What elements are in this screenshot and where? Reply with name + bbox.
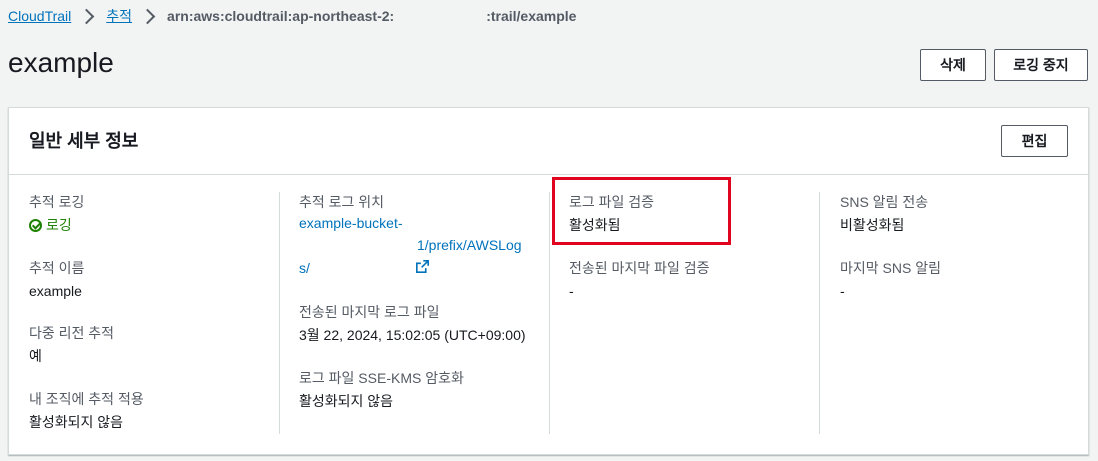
log-validation-value: 활성화됨 [569,217,621,233]
last-sns-value: - [840,283,845,299]
last-log-value: 3월 22, 2024, 15:02:05 (UTC+09:00) [299,327,526,343]
card-header: 일반 세부 정보 편집 [9,108,1088,175]
redacted-account-id [394,8,487,27]
page-title: example [8,47,114,78]
log-location-link[interactable]: example-bucket- 1/prefix/AWSLog s/ [299,212,549,278]
org-trail-field: 내 조직에 추적 적용 활성화되지 않음 [29,389,279,432]
multi-region-field: 다중 리전 추적 예 [29,323,279,366]
header-actions: 삭제 로깅 중지 [920,49,1088,81]
org-trail-value: 활성화되지 않음 [29,414,124,430]
details-column-2: 추적 로그 위치 example-bucket- 1/prefix/AWSLog… [299,192,550,434]
last-sns-label: 마지막 SNS 알림 [840,260,941,276]
last-digest-label: 전송된 마지막 파일 검증 [569,260,710,276]
trail-name-value: example [29,283,82,299]
last-digest-field: 전송된 마지막 파일 검증 - [569,258,819,301]
last-log-label: 전송된 마지막 로그 파일 [299,304,440,320]
trail-logging-value: 로깅 [46,217,72,233]
breadcrumb-current: arn:aws:cloudtrail:ap-northeast-2: :trail… [167,6,577,27]
multi-region-value: 예 [29,348,42,364]
stop-logging-button[interactable]: 로깅 중지 [994,49,1088,81]
sns-value: 비활성화됨 [840,217,905,233]
external-link-icon [416,260,429,273]
breadcrumb-cloudtrail-link[interactable]: CloudTrail [8,6,71,26]
org-trail-label: 내 조직에 추적 적용 [29,391,144,407]
details-column-1: 추적 로깅 로깅 추적 이름 example 다중 리전 추적 예 내 조직에 … [29,192,280,434]
trail-logging-status: 로깅 [29,215,279,235]
trail-name-field: 추적 이름 example [29,258,279,301]
sse-kms-field: 로그 파일 SSE-KMS 암호화 활성화되지 않음 [299,368,549,411]
details-columns: 추적 로깅 로깅 추적 이름 example 다중 리전 추적 예 내 조직에 … [9,174,1088,454]
trail-name-label: 추적 이름 [29,260,85,276]
sns-field: SNS 알림 전송 비활성화됨 [840,192,1070,235]
breadcrumb-current-suffix: :trail/example [486,8,577,24]
check-circle-icon [29,218,42,232]
log-location-line2: 1/prefix/AWSLog [417,237,522,253]
last-digest-value: - [569,283,574,299]
breadcrumb-trails-link[interactable]: 추적 [106,6,132,26]
card-title: 일반 세부 정보 [29,131,139,151]
trail-logging-label: 추적 로깅 [29,194,85,210]
log-location-label: 추적 로그 위치 [299,194,385,210]
log-validation-label: 로그 파일 검증 [569,194,655,210]
sse-kms-value: 활성화되지 않음 [299,393,394,409]
general-details-card: 일반 세부 정보 편집 추적 로깅 로깅 추적 이름 example 다중 리전… [8,107,1089,455]
log-location-line1: example-bucket- [299,215,403,231]
last-log-field: 전송된 마지막 로그 파일 3월 22, 2024, 15:02:05 (UTC… [299,302,549,345]
chevron-right-icon [139,8,156,24]
log-location-line3: s/ [299,260,310,276]
chevron-right-icon [79,8,95,24]
details-column-4: SNS 알림 전송 비활성화됨 마지막 SNS 알림 - [840,192,1070,434]
trail-logging-field: 추적 로깅 로깅 [29,192,279,235]
log-validation-field: 로그 파일 검증 활성화됨 [569,192,819,235]
multi-region-label: 다중 리전 추적 [29,325,115,341]
last-sns-field: 마지막 SNS 알림 - [840,258,1070,301]
delete-button[interactable]: 삭제 [920,49,986,81]
log-location-field: 추적 로그 위치 example-bucket- 1/prefix/AWSLog… [299,192,549,278]
sns-label: SNS 알림 전송 [840,194,929,210]
breadcrumb-current-prefix: arn:aws:cloudtrail:ap-northeast-2: [167,8,395,24]
breadcrumb: CloudTrail 추적 arn:aws:cloudtrail:ap-nort… [8,6,577,27]
sse-kms-label: 로그 파일 SSE-KMS 암호화 [299,370,464,386]
edit-button[interactable]: 편집 [1001,125,1068,157]
details-column-3: 로그 파일 검증 활성화됨 전송된 마지막 파일 검증 - [569,192,820,434]
